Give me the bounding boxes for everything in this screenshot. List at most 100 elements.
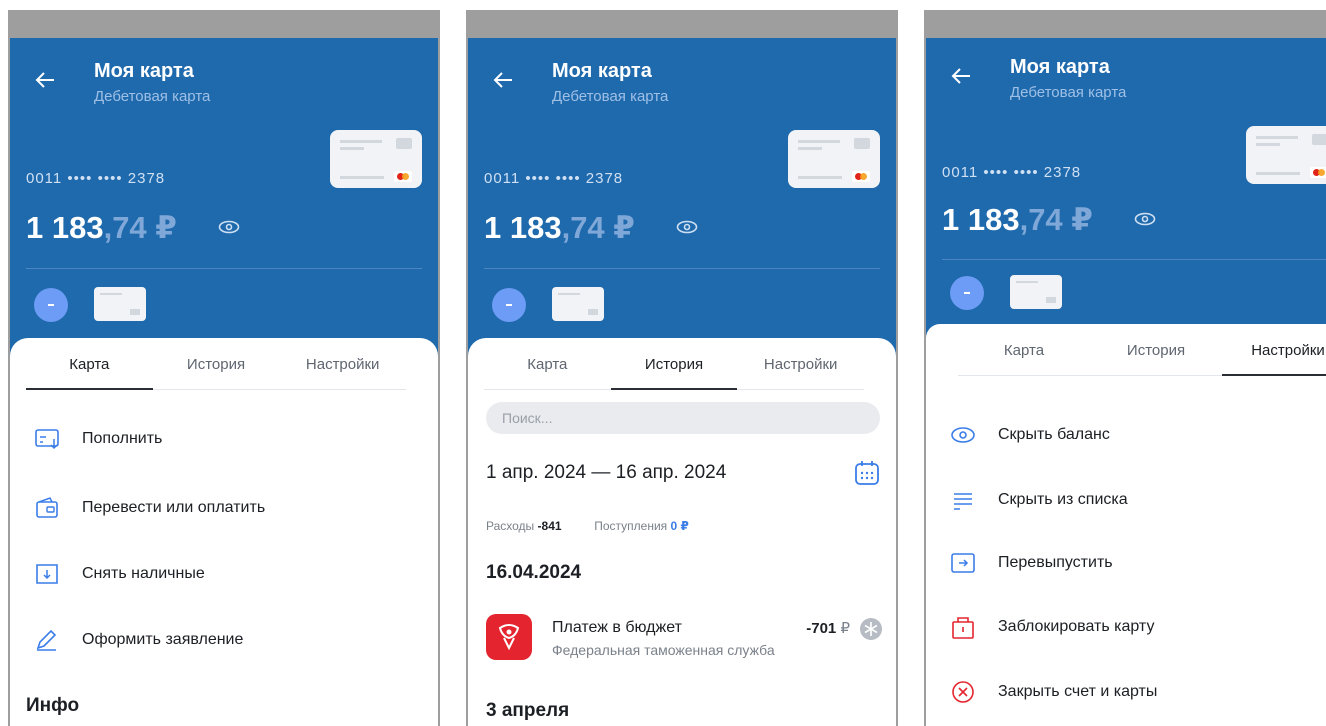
- calendar-icon[interactable]: [854, 460, 880, 486]
- date-range: 1 апр. 2024 — 16 апр. 2024: [486, 462, 727, 483]
- card-number: 0011 •••• •••• 2378: [26, 170, 166, 187]
- action-label: Снять наличные: [82, 565, 205, 582]
- balance-fraction: ,74 ₽: [561, 210, 635, 245]
- card-screen-tab-settings: Моя карта Дебетовая карта 0011 •••• ••••…: [924, 10, 1326, 726]
- header-divider: [484, 268, 880, 269]
- search-input[interactable]: Поиск...: [486, 402, 880, 434]
- date-group-header: 16.04.2024: [486, 562, 582, 583]
- setting-label: Закрыть счет и карты: [998, 683, 1158, 700]
- setting-hide-balance[interactable]: Скрыть баланс: [950, 420, 1326, 450]
- transaction-subtitle: Федеральная таможенная служба: [552, 642, 775, 658]
- balance-integer: 1 183: [26, 210, 104, 245]
- mini-card-thumbnail[interactable]: [552, 287, 604, 321]
- tab-bar: Карта История Настройки: [484, 338, 864, 390]
- action-label: Оформить заявление: [82, 631, 244, 648]
- bottom-sheet: Карта История Настройки Поиск... 1 апр. …: [468, 338, 896, 726]
- mastercard-logo-icon: [394, 171, 412, 182]
- period-stats: Расходы -841 Поступления 0 ₽: [486, 519, 689, 533]
- pen-icon: [36, 629, 57, 651]
- card-screen-tab-card: Моя карта Дебетовая карта 0011 •••• ••••…: [8, 10, 440, 726]
- withdraw-icon: [36, 564, 58, 584]
- balance-fraction: ,74 ₽: [1019, 202, 1093, 237]
- card-image: [788, 130, 880, 188]
- page-subtitle: Дебетовая карта: [1010, 84, 1127, 101]
- action-label: Пополнить: [82, 430, 163, 447]
- status-snowflake-icon: [860, 618, 882, 640]
- back-arrow-icon[interactable]: [34, 70, 56, 90]
- account-icon[interactable]: [950, 276, 984, 310]
- list-icon: [954, 493, 972, 510]
- tab-history[interactable]: История: [610, 338, 738, 390]
- header-divider: [26, 268, 422, 269]
- tab-card[interactable]: Карта: [26, 338, 153, 390]
- back-arrow-icon[interactable]: [950, 66, 972, 86]
- page-subtitle: Дебетовая карта: [552, 88, 669, 105]
- page-title: Моя карта: [552, 60, 652, 82]
- eye-icon[interactable]: [1134, 212, 1156, 226]
- balance: 1 183,74 ₽: [942, 202, 1093, 238]
- tab-settings[interactable]: Настройки: [1222, 324, 1326, 376]
- setting-label: Заблокировать карту: [998, 618, 1155, 635]
- tab-history[interactable]: История: [153, 338, 280, 389]
- action-application[interactable]: Оформить заявление: [34, 625, 418, 655]
- expenses-value: -841: [537, 519, 562, 533]
- action-top-up[interactable]: Пополнить: [34, 424, 418, 454]
- tab-card[interactable]: Карта: [958, 324, 1090, 375]
- balance-integer: 1 183: [484, 210, 562, 245]
- setting-hide-from-list[interactable]: Скрыть из списка: [950, 485, 1326, 515]
- lock-icon: [952, 617, 974, 639]
- bottom-sheet: Карта История Настройки Пополнить Переве…: [10, 338, 438, 726]
- reissue-icon: [951, 553, 975, 573]
- setting-close-account[interactable]: Закрыть счет и карты: [950, 677, 1326, 707]
- income-value: 0 ₽: [670, 519, 689, 533]
- tab-card[interactable]: Карта: [484, 338, 611, 389]
- tab-settings[interactable]: Настройки: [737, 338, 864, 389]
- card-screen-tab-history: Моя карта Дебетовая карта 0011 •••• ••••…: [466, 10, 898, 726]
- account-icon[interactable]: [34, 288, 68, 322]
- tab-settings[interactable]: Настройки: [279, 338, 406, 389]
- page-title: Моя карта: [1010, 56, 1110, 78]
- card-number: 0011 •••• •••• 2378: [484, 170, 624, 187]
- income-label: Поступления: [594, 519, 668, 533]
- date-group-header: 3 апреля: [486, 700, 570, 721]
- status-bar: [10, 10, 438, 38]
- setting-label: Скрыть баланс: [998, 426, 1110, 443]
- expenses-label: Расходы: [486, 519, 535, 533]
- back-arrow-icon[interactable]: [492, 70, 514, 90]
- setting-reissue[interactable]: Перевыпустить: [950, 548, 1326, 578]
- setting-label: Перевыпустить: [998, 554, 1113, 571]
- close-circle-icon: [952, 681, 974, 703]
- header-divider: [942, 259, 1326, 260]
- tab-history[interactable]: История: [1090, 324, 1222, 375]
- tab-bar: Карта История Настройки: [958, 324, 1326, 376]
- page-subtitle: Дебетовая карта: [94, 88, 211, 105]
- card-number: 0011 •••• •••• 2378: [942, 164, 1082, 181]
- balance: 1 183,74 ₽: [484, 210, 635, 246]
- mini-card-thumbnail[interactable]: [94, 287, 146, 321]
- mastercard-logo-icon: [1310, 167, 1326, 178]
- action-transfer-pay[interactable]: Перевести или оплатить: [34, 493, 418, 523]
- eye-icon[interactable]: [676, 220, 698, 234]
- card-image: [1246, 126, 1326, 184]
- page-title: Моя карта: [94, 60, 194, 82]
- action-label: Перевести или оплатить: [82, 499, 266, 516]
- transaction-amount: -701 ₽: [806, 620, 850, 637]
- card-image: [330, 130, 422, 188]
- eye-icon: [951, 427, 975, 443]
- tab-bar: Карта История Настройки: [26, 338, 406, 390]
- status-bar: [468, 10, 896, 38]
- setting-label: Скрыть из списка: [998, 491, 1128, 508]
- wallet-icon: [36, 497, 58, 518]
- action-withdraw-cash[interactable]: Снять наличные: [34, 559, 418, 589]
- top-up-icon: [35, 429, 59, 450]
- transaction-title: Платеж в бюджет: [552, 619, 682, 636]
- balance-fraction: ,74 ₽: [103, 210, 177, 245]
- mini-card-thumbnail[interactable]: [1010, 275, 1062, 309]
- status-bar: [926, 10, 1326, 38]
- account-icon[interactable]: [492, 288, 526, 322]
- setting-block-card[interactable]: Заблокировать карту: [950, 612, 1326, 642]
- eye-icon[interactable]: [218, 220, 240, 234]
- balance-integer: 1 183: [942, 202, 1020, 237]
- section-title-info: Инфо: [26, 695, 80, 716]
- bottom-sheet: Карта История Настройки Скрыть баланс Ск…: [926, 324, 1326, 726]
